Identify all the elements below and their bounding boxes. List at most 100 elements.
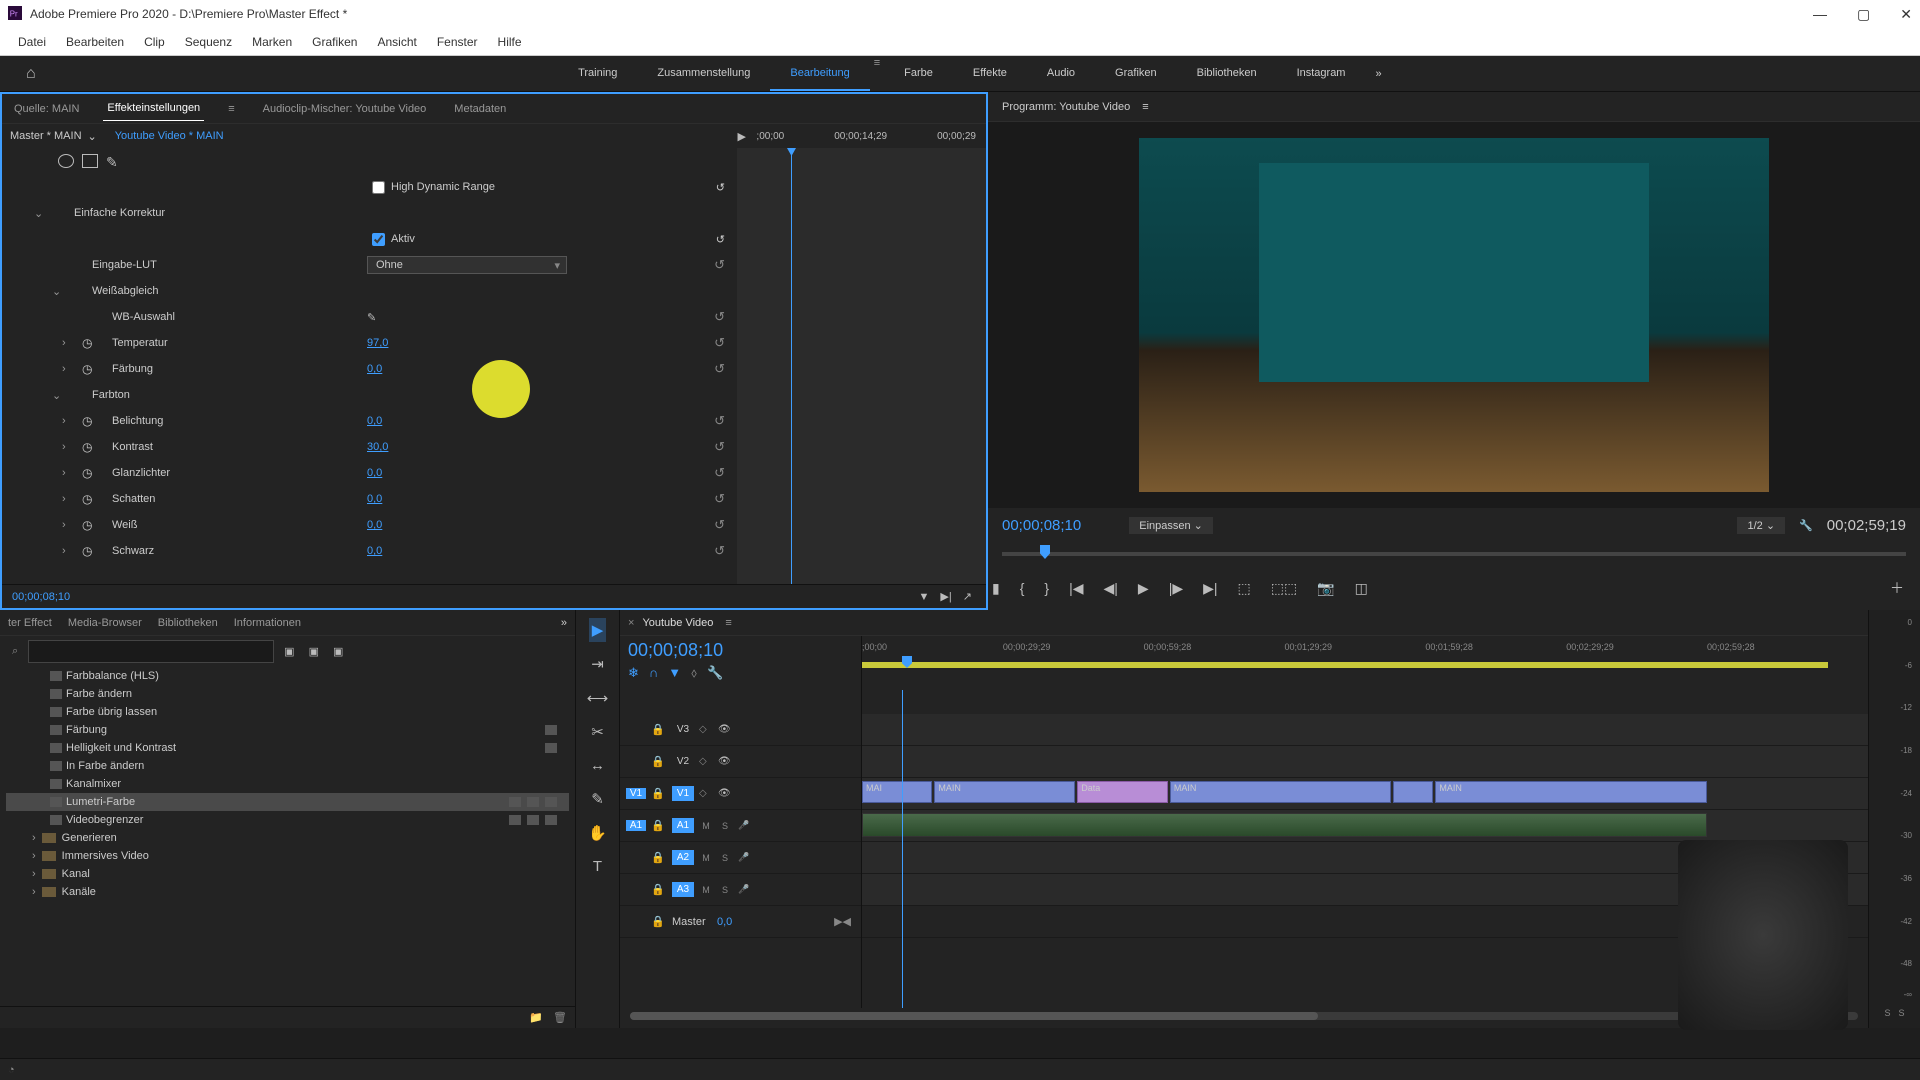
snap-icon[interactable]: ❄	[628, 665, 639, 681]
ws-panel-menu[interactable]: ≡	[870, 57, 884, 91]
timeline-ruler[interactable]: ;00;00 00;00;29;29 00;00;59;28 00;01;29;…	[862, 642, 1868, 662]
hl-reset[interactable]: ↺	[714, 465, 725, 481]
ws-farbe[interactable]: Farbe	[884, 57, 953, 91]
tint-value[interactable]: 0,0	[367, 363, 382, 375]
fx-videobegrenzer[interactable]: Videobegrenzer	[6, 811, 569, 829]
track-a2[interactable]: 🔒 A2 M S 🎤	[620, 842, 861, 874]
track-v3[interactable]: 🔒 V3 ◇👁	[620, 714, 861, 746]
solo-l[interactable]: S	[1882, 1006, 1892, 1020]
tab-audiomixer[interactable]: Audioclip-Mischer: Youtube Video	[259, 97, 431, 121]
go-out-icon[interactable]: ▶|	[1199, 576, 1221, 601]
zoom-dropdown[interactable]: 1/2 ⌄	[1737, 517, 1785, 534]
mute-button[interactable]: M	[699, 885, 713, 895]
proj-overflow[interactable]: »	[561, 617, 567, 629]
shadows-value[interactable]: 0,0	[367, 493, 382, 505]
track-v1[interactable]: V1 🔒 V1 ◇👁	[620, 778, 861, 810]
tab-info[interactable]: Informationen	[234, 617, 301, 629]
fx-farbbalance[interactable]: Farbbalance (HLS)	[6, 667, 569, 685]
fx-kanalmixer[interactable]: Kanalmixer	[6, 775, 569, 793]
menu-datei[interactable]: Datei	[8, 31, 56, 53]
preset-icon-2[interactable]: ▣	[305, 643, 323, 660]
preset-icon-1[interactable]: ▣	[280, 643, 298, 660]
step-fwd-icon[interactable]: |▶	[1165, 576, 1187, 601]
input-lut-dropdown[interactable]: Ohne	[367, 256, 567, 274]
tone-disclose[interactable]: ⌄	[52, 389, 61, 402]
effect-playhead[interactable]	[791, 148, 792, 584]
bracket-out-icon[interactable]: }	[1040, 576, 1053, 600]
master-clip-label[interactable]: Master * MAIN	[10, 130, 82, 142]
ws-bearbeitung[interactable]: Bearbeitung	[770, 57, 869, 91]
temp-reset[interactable]: ↺	[714, 335, 725, 351]
solo-button[interactable]: S	[718, 853, 732, 863]
highlights-value[interactable]: 0,0	[367, 467, 382, 479]
ws-effekte[interactable]: Effekte	[953, 57, 1027, 91]
input-lut-reset[interactable]: ↺	[714, 257, 725, 273]
program-monitor[interactable]	[988, 122, 1920, 508]
basic-disclose[interactable]: ⌄	[34, 207, 43, 220]
clip[interactable]: MAI	[862, 781, 932, 803]
pen-tool[interactable]: ✎	[588, 787, 607, 811]
temp-stopwatch[interactable]: ◷	[82, 336, 92, 350]
minimize-button[interactable]: —	[1813, 6, 1827, 23]
solo-button[interactable]: S	[718, 821, 732, 831]
mic-icon[interactable]: 🎤	[737, 820, 751, 831]
track-a1[interactable]: A1 🔒 A1 M S 🎤	[620, 810, 861, 842]
master-value[interactable]: 0,0	[717, 916, 732, 928]
sh-stopwatch[interactable]: ◷	[82, 492, 92, 506]
eye-icon[interactable]: 👁	[718, 788, 731, 799]
tab-libs[interactable]: Bibliotheken	[158, 617, 218, 629]
preset-icon-3[interactable]: ▣	[329, 643, 347, 660]
clip[interactable]: MAIN	[934, 781, 1075, 803]
ripple-tool[interactable]: ⟷	[584, 686, 612, 710]
compare-icon[interactable]: ◫	[1351, 576, 1372, 601]
track-master[interactable]: 🔒 Master 0,0 ▶◀	[620, 906, 861, 938]
solo-button[interactable]: S	[718, 885, 732, 895]
tint-disclose[interactable]: ›	[62, 363, 66, 375]
temperature-value[interactable]: 97,0	[367, 337, 388, 349]
temp-disclose[interactable]: ›	[62, 337, 66, 349]
add-button[interactable]: ＋	[1886, 574, 1920, 602]
program-timecode[interactable]: 00;00;08;10	[1002, 517, 1081, 534]
tab-metadata[interactable]: Metadaten	[450, 97, 510, 121]
wh-reset[interactable]: ↺	[714, 517, 725, 533]
step-back-icon[interactable]: ◀|	[1100, 576, 1122, 601]
fx-helligkeit[interactable]: Helligkeit und Kontrast	[6, 739, 569, 757]
menu-sequenz[interactable]: Sequenz	[175, 31, 242, 53]
filter-icon[interactable]: ▼	[914, 591, 933, 603]
tab-mastereffect[interactable]: ter Effect	[8, 617, 52, 629]
tint-stopwatch[interactable]: ◷	[82, 362, 92, 376]
contrast-value[interactable]: 30,0	[367, 441, 388, 453]
mic-icon[interactable]: 🎤	[737, 852, 751, 863]
lock-icon[interactable]: 🔒	[651, 915, 667, 928]
mask-ellipse-button[interactable]	[58, 154, 74, 168]
exposure-value[interactable]: 0,0	[367, 415, 382, 427]
eye-icon[interactable]: 👁	[718, 724, 731, 735]
close-button[interactable]: ✕	[1900, 6, 1912, 23]
lock-icon[interactable]: 🔒	[651, 723, 667, 736]
whites-value[interactable]: 0,0	[367, 519, 382, 531]
con-disclose[interactable]: ›	[62, 441, 66, 453]
fx-farbe-aendern[interactable]: Farbe ändern	[6, 685, 569, 703]
eye-icon[interactable]: 👁	[718, 756, 731, 767]
audio-clip[interactable]	[862, 813, 1707, 837]
wb-disclose[interactable]: ⌄	[52, 285, 61, 298]
active-checkbox[interactable]	[372, 233, 385, 246]
marker-icon[interactable]: ▼	[668, 665, 681, 681]
clip[interactable]: MAIN	[1170, 781, 1391, 803]
exp-stopwatch[interactable]: ◷	[82, 414, 92, 428]
skip-icon[interactable]: ▶|	[936, 591, 955, 603]
active-reset[interactable]: ↺	[716, 233, 725, 246]
new-bin-icon[interactable]: 📁	[529, 1011, 543, 1024]
sequence-name[interactable]: Youtube Video	[642, 617, 713, 629]
hand-tool[interactable]: ✋	[585, 821, 610, 845]
lock-icon[interactable]: 🔒	[651, 883, 667, 896]
tint-reset[interactable]: ↺	[714, 361, 725, 377]
menu-clip[interactable]: Clip	[134, 31, 175, 53]
close-seq[interactable]: ×	[628, 617, 634, 629]
con-reset[interactable]: ↺	[714, 439, 725, 455]
wh-disclose[interactable]: ›	[62, 519, 66, 531]
folder-immersives[interactable]: ›Immersives Video	[6, 847, 569, 865]
wrench-icon[interactable]: 🔧	[1799, 519, 1813, 532]
program-scrubber[interactable]	[988, 542, 1920, 566]
ws-audio[interactable]: Audio	[1027, 57, 1095, 91]
